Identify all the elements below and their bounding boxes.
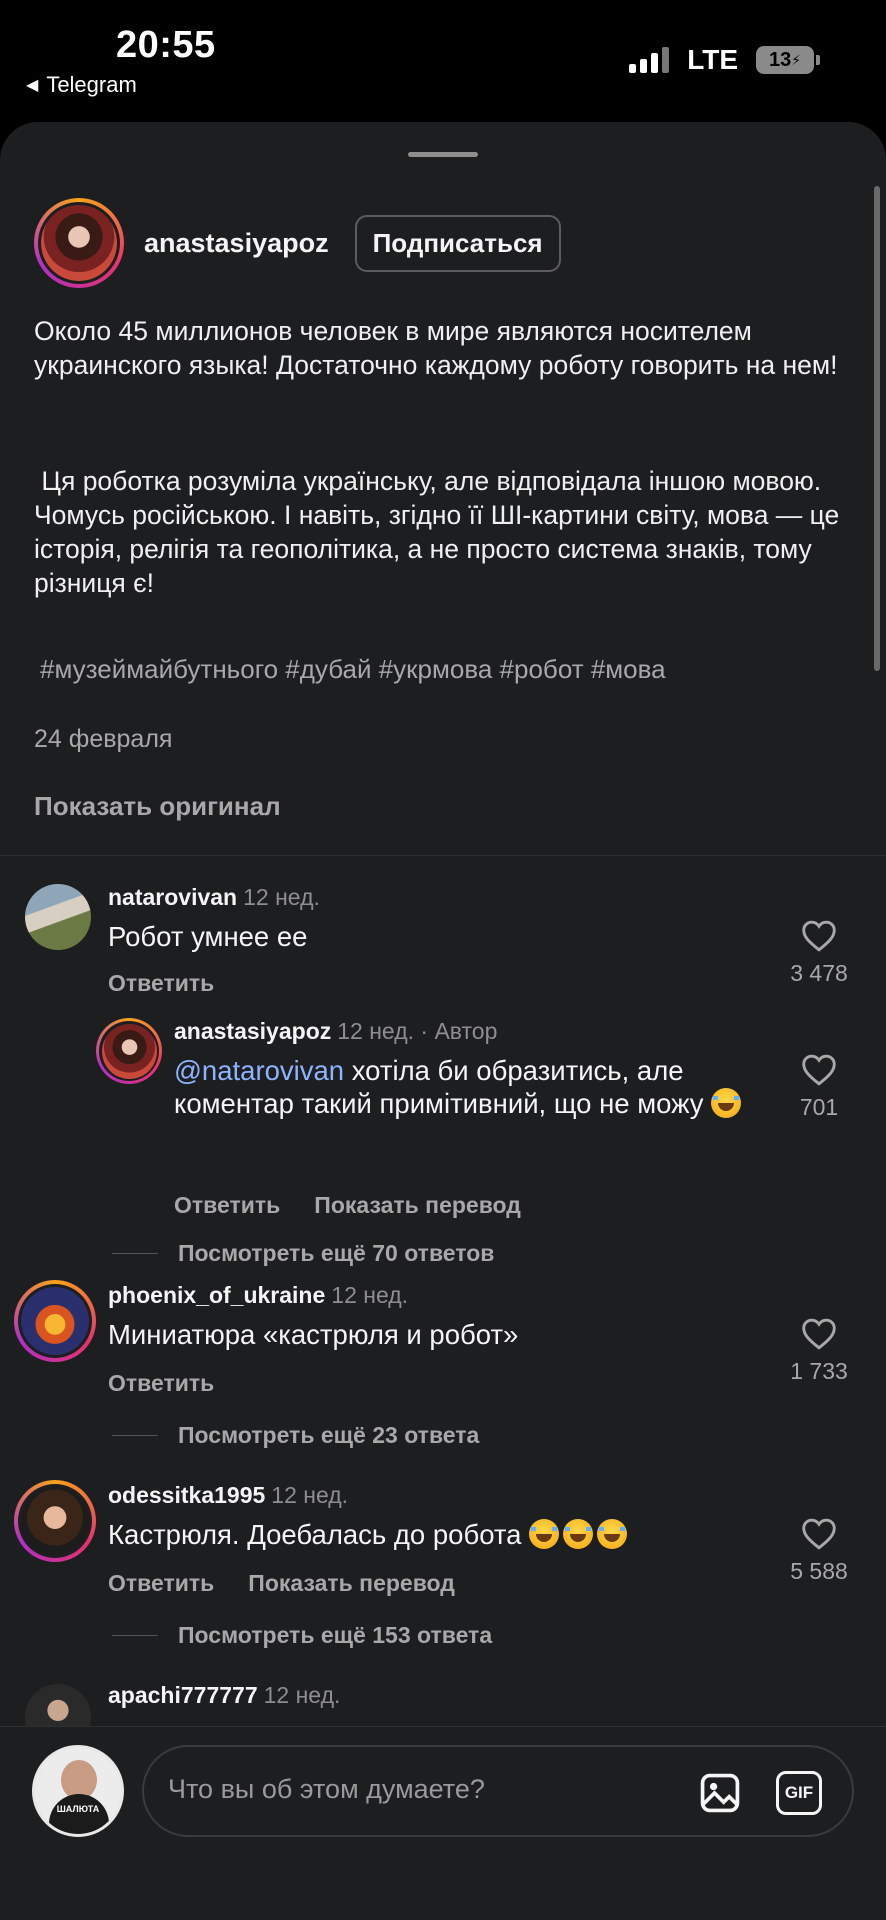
like-control[interactable]: 1 733: [774, 1318, 864, 1385]
reply-button[interactable]: Ответить: [108, 970, 214, 997]
like-count: 5 588: [790, 1558, 848, 1584]
status-time: 20:55: [116, 24, 216, 66]
comment-username[interactable]: anastasiyapoz 12 нед. · Автор: [174, 1018, 497, 1045]
commenter-avatar[interactable]: [25, 884, 91, 950]
show-translation-button[interactable]: Показать перевод: [248, 1570, 455, 1597]
battery-level: 13: [768, 48, 792, 71]
comment-time: 12 нед. · Автор: [337, 1018, 498, 1044]
post-date: 24 февраля: [34, 725, 173, 753]
story-ring[interactable]: [34, 198, 124, 288]
comment-actions: Ответить Показать перевод: [174, 1192, 521, 1219]
comment-username[interactable]: apachi777777 12 нед.: [108, 1682, 340, 1709]
comment-time: 12 нед.: [331, 1282, 409, 1308]
view-more-replies[interactable]: Посмотреть ещё 70 ответов: [112, 1240, 494, 1267]
follow-button[interactable]: Подписаться: [354, 214, 561, 272]
comment-username[interactable]: natarovivan 12 нед.: [108, 884, 320, 911]
comment-actions: Ответить Показать перевод: [108, 1570, 455, 1597]
comment-actions: Ответить: [108, 1370, 214, 1397]
status-bar: 20:55 ◀ Telegram LTE 13 ⚡: [0, 0, 886, 120]
reply-button[interactable]: Ответить: [108, 1370, 214, 1397]
scrollbar[interactable]: [874, 186, 880, 671]
comment-input-placeholder: Что вы об этом думаете?: [168, 1774, 485, 1804]
like-control[interactable]: 701: [774, 1054, 864, 1121]
comment-actions: Ответить: [108, 970, 214, 997]
comment-username-text[interactable]: phoenix_of_ukraine: [108, 1282, 325, 1308]
like-control[interactable]: 3 478: [774, 920, 864, 987]
post-author-avatar[interactable]: [41, 205, 117, 281]
show-original-link[interactable]: Показать оригинал: [34, 791, 281, 822]
laughing-emoji-icon: [563, 1519, 594, 1549]
like-count: 3 478: [790, 960, 848, 986]
comment-username-text[interactable]: anastasiyapoz: [174, 1018, 331, 1044]
commenter-avatar[interactable]: [21, 1287, 89, 1355]
story-ring[interactable]: [96, 1018, 162, 1084]
comment-text: @natarovivan хотіла би образитись, але к…: [174, 1054, 774, 1120]
avatar-body: [49, 1794, 109, 1834]
battery-icon: 13 ⚡: [756, 46, 820, 74]
comment-time: 12 нед.: [243, 884, 320, 910]
like-count: 701: [799, 1094, 839, 1120]
image-icon[interactable]: [698, 1771, 742, 1815]
comment-input[interactable]: Что вы об этом думаете? GIF: [142, 1745, 854, 1837]
show-translation-button[interactable]: Показать перевод: [314, 1192, 521, 1219]
view-more-replies-label[interactable]: Посмотреть ещё 70 ответов: [178, 1240, 494, 1267]
sheet-grabber[interactable]: [408, 152, 478, 157]
view-more-replies[interactable]: Посмотреть ещё 23 ответа: [112, 1422, 479, 1449]
back-app-label: Telegram: [46, 72, 137, 97]
replies-line: [112, 1253, 158, 1254]
view-more-replies-label[interactable]: Посмотреть ещё 23 ответа: [178, 1422, 479, 1449]
comment-time: 12 нед.: [263, 1682, 341, 1708]
comment-username-text[interactable]: odessitka1995: [108, 1482, 265, 1508]
reply-button[interactable]: Ответить: [108, 1570, 214, 1597]
heart-icon[interactable]: [801, 1054, 837, 1086]
gif-icon[interactable]: GIF: [776, 1771, 822, 1815]
post-caption-ru: Около 45 миллионов человек в мире являют…: [34, 316, 838, 380]
mention-link[interactable]: @natarovivan: [174, 1055, 344, 1086]
heart-icon[interactable]: [801, 1518, 837, 1550]
comment-text: Миниатюра «кастрюля и робот»: [108, 1319, 519, 1350]
my-avatar[interactable]: ШАЛЮТА: [32, 1745, 124, 1837]
reply-button[interactable]: Ответить: [174, 1192, 280, 1219]
network-type: LTE: [687, 44, 738, 75]
signal-icon: [629, 47, 670, 73]
comment-username-text[interactable]: apachi777777: [108, 1682, 258, 1708]
view-more-replies[interactable]: Посмотреть ещё 153 ответа: [112, 1622, 492, 1649]
commenter-avatar[interactable]: [21, 1487, 89, 1555]
back-arrow-icon: ◀: [26, 77, 39, 94]
post-author-username[interactable]: anastasiyapoz: [144, 228, 329, 259]
commenter-avatar[interactable]: [101, 1023, 157, 1079]
post-caption-ua: Ця роботка розуміла українську, але відп…: [34, 466, 847, 598]
comment-text: Робот умнее ее: [108, 921, 308, 952]
comments-sheet: anastasiyapoz Подписаться Около 45 милли…: [0, 122, 886, 1920]
status-indicators: LTE 13 ⚡: [629, 44, 820, 76]
view-more-replies-label[interactable]: Посмотреть ещё 153 ответа: [178, 1622, 492, 1649]
comment-text: Кастрюля. Доебалась до робота: [108, 1518, 768, 1551]
avatar-caption: ШАЛЮТА: [56, 1804, 100, 1814]
comment-time: 12 нед.: [271, 1482, 349, 1508]
comment-username[interactable]: phoenix_of_ukraine 12 нед.: [108, 1282, 408, 1309]
divider: [0, 855, 886, 856]
heart-icon[interactable]: [801, 1318, 837, 1350]
comment-username-text[interactable]: natarovivan: [108, 884, 237, 910]
story-ring[interactable]: [14, 1280, 96, 1362]
heart-icon[interactable]: [801, 920, 837, 952]
like-count: 1 733: [790, 1358, 848, 1384]
laughing-emoji-icon: [597, 1519, 628, 1549]
back-to-app-link[interactable]: ◀ Telegram: [26, 72, 137, 98]
laughing-emoji-icon: [529, 1519, 560, 1549]
replies-line: [112, 1635, 158, 1636]
comment-text-body: Кастрюля. Доебалась до робота: [108, 1519, 522, 1550]
replies-line: [112, 1435, 158, 1436]
post-header: anastasiyapoz Подписаться: [34, 198, 561, 288]
like-control[interactable]: 5 588: [774, 1518, 864, 1585]
post-hashtags[interactable]: #музеймайбутнього #дубай #укрмова #робот…: [40, 654, 666, 685]
comment-username[interactable]: odessitka1995 12 нед.: [108, 1482, 348, 1509]
story-ring[interactable]: [14, 1480, 96, 1562]
laughing-emoji-icon: [711, 1088, 742, 1118]
comment-composer: ШАЛЮТА Что вы об этом думаете? GIF: [0, 1726, 886, 1920]
